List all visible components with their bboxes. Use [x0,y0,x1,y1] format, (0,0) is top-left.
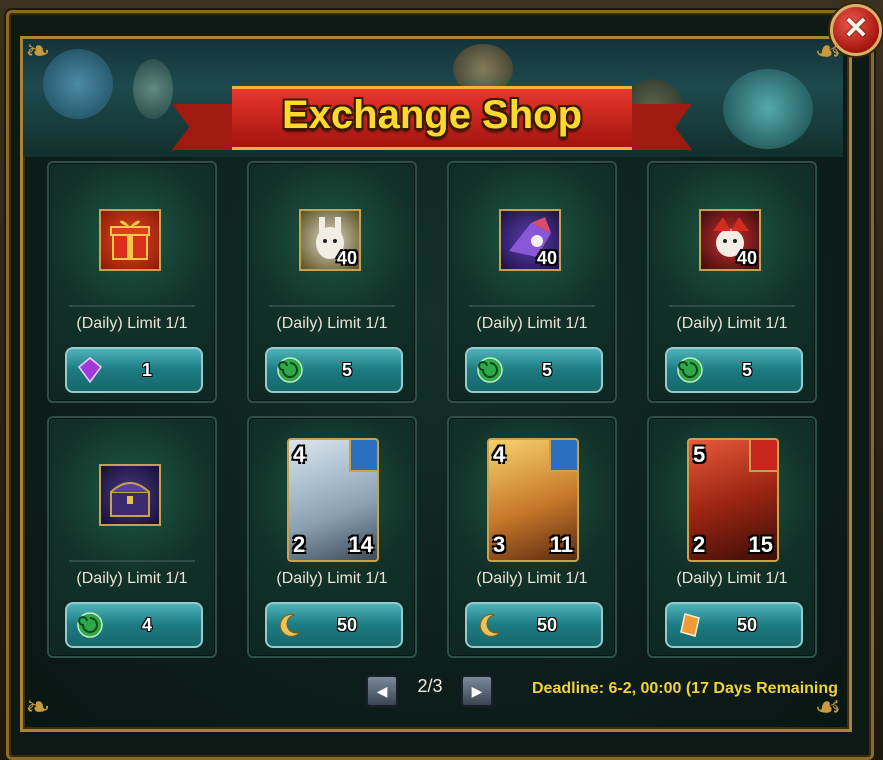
hero-cost: 4 [493,442,506,467]
limit-text: (Daily) Limit 1/1 [676,570,788,587]
limit-text: (Daily) Limit 1/1 [276,315,388,332]
limit-text: (Daily) Limit 1/1 [76,315,188,332]
hero-power: 11 [549,532,573,557]
shop-window: Exchange Shop ✕ ❧ ☙ ❧ ☙ (Daily) Limit 1/… [0,0,883,760]
buy-button[interactable]: 4 [65,602,203,648]
price-value: 50 [536,615,558,635]
shop-item: 4 3 11 (Daily) Limit 1/1 50 [447,416,617,658]
hero-card-white-icon[interactable]: 4 2 14 [287,438,379,562]
shop-item: 4 2 14 (Daily) Limit 1/1 50 [247,416,417,658]
item-quantity: 40 [736,248,757,268]
buy-button[interactable]: 1 [65,347,203,393]
page-indicator: 2/3 [417,676,443,696]
hero-power: 14 [348,532,373,557]
orange-crystal-icon [677,612,703,638]
limit-text: (Daily) Limit 1/1 [676,315,788,332]
hero-cost: 4 [293,442,306,467]
corner-ornament-icon: ❧ [25,35,51,68]
shop-item: (Daily) Limit 1/1 4 [47,416,217,658]
gold-crescent-icon [277,612,303,638]
arrow-right-icon: ▶ [471,683,483,699]
green-swirl-orb-icon [277,357,303,383]
prev-page-button[interactable]: ◀ [366,675,398,707]
hero-level: 3 [493,532,506,557]
price-value: 5 [341,360,352,380]
item-quantity: 40 [536,248,557,268]
shop-item: (Daily) Limit 1/1 1 [47,161,217,403]
gold-crescent-icon [477,612,503,638]
shop-item: 5 2 15 (Daily) Limit 1/1 50 [647,416,817,658]
treasure-chest-icon[interactable] [99,464,161,526]
limit-text: (Daily) Limit 1/1 [476,570,588,587]
buy-button[interactable]: 5 [665,347,803,393]
hero-card-gold-icon[interactable]: 4 3 11 [487,438,579,562]
title-ribbon: Exchange Shop [172,86,692,156]
shop-item: 40 (Daily) Limit 1/1 5 [247,161,417,403]
purple-fox-shard-icon[interactable]: 40 [499,209,561,271]
buy-button[interactable]: 50 [465,602,603,648]
price-value: 4 [141,615,152,635]
gift-box-icon[interactable] [99,209,161,271]
purple-gem-icon [77,357,103,384]
buy-button[interactable]: 50 [265,602,403,648]
limit-text: (Daily) Limit 1/1 [276,570,388,587]
buy-button[interactable]: 50 [665,602,803,648]
hero-cost: 5 [693,442,706,467]
buy-button[interactable]: 5 [265,347,403,393]
item-quantity: 40 [336,248,357,268]
rabbit-jester-shard-icon[interactable]: 40 [299,209,361,271]
corner-ornament-icon: ❧ [25,691,51,724]
shop-item: 40 (Daily) Limit 1/1 5 [447,161,617,403]
limit-text: (Daily) Limit 1/1 [76,570,188,587]
shop-item: 40 (Daily) Limit 1/1 5 [647,161,817,403]
hero-card-red-icon[interactable]: 5 2 15 [687,438,779,562]
buy-button[interactable]: 5 [465,347,603,393]
deadline-text: Deadline: 6-2, 00:00 (17 Days Remaining [532,680,838,697]
price-value: 5 [541,360,552,380]
hero-level: 2 [693,532,706,557]
green-swirl-orb-icon [477,357,503,383]
green-swirl-orb-icon [77,612,103,638]
red-jester-shard-icon[interactable]: 40 [699,209,761,271]
price-value: 50 [336,615,358,635]
hero-level: 2 [293,532,306,557]
corner-ornament-icon: ☙ [814,35,842,68]
green-swirl-orb-icon [677,357,703,383]
next-page-button[interactable]: ▶ [461,675,493,707]
page-title: Exchange Shop [281,93,583,137]
price-value: 1 [141,360,152,380]
limit-text: (Daily) Limit 1/1 [476,315,588,332]
price-value: 50 [736,615,758,635]
price-value: 5 [741,360,752,380]
hero-power: 15 [748,532,773,557]
arrow-left-icon: ◀ [376,683,388,699]
